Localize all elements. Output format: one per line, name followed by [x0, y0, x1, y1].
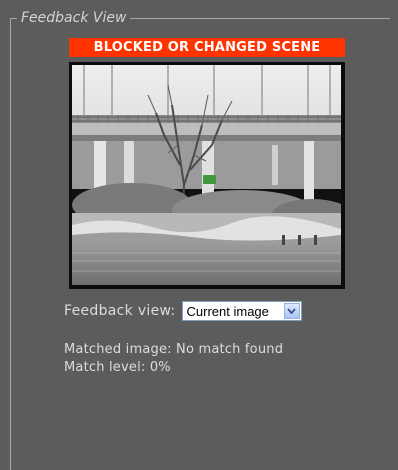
matched-image-status: Matched image: No match found	[64, 342, 284, 357]
detection-marker	[203, 175, 216, 184]
feedback-view-row: Feedback view: Current image	[64, 300, 302, 322]
feedback-view-selected-value: Current image	[186, 303, 269, 319]
group-title: Feedback View	[21, 10, 127, 26]
chevron-down-icon[interactable]	[283, 303, 300, 319]
feedback-view-panel: Feedback View BLOCKED OR CHANGED SCENE F…	[0, 0, 398, 470]
feedback-view-label: Feedback view:	[64, 303, 176, 319]
feedback-view-select[interactable]: Current image	[181, 301, 302, 321]
camera-feedback-image	[69, 62, 345, 289]
scene-alert-banner: BLOCKED OR CHANGED SCENE	[69, 38, 345, 57]
match-level-status: Match level: 0%	[64, 360, 171, 375]
